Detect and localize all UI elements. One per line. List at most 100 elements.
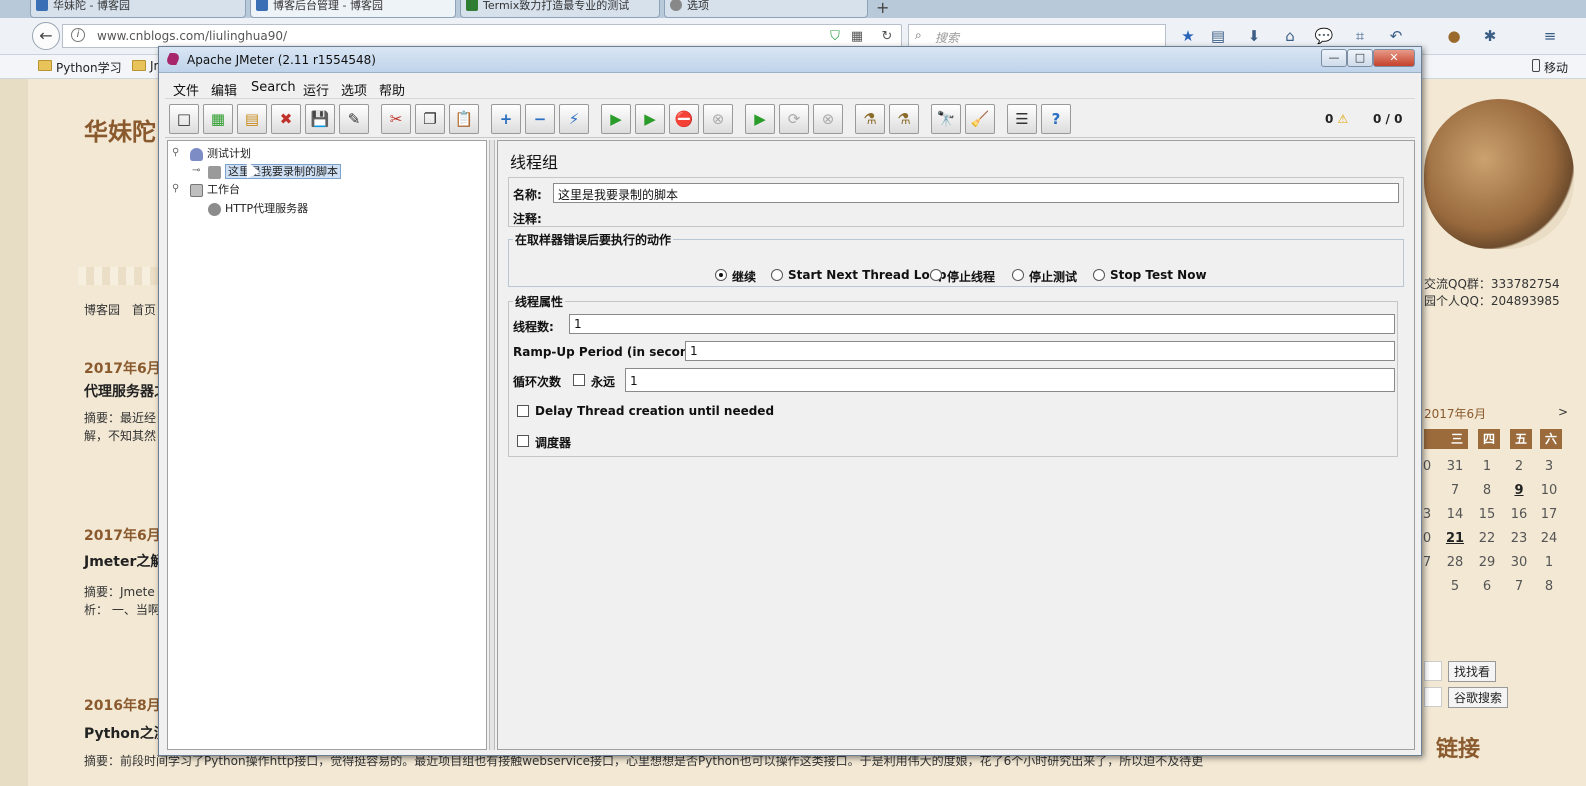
nav-link-home[interactable]: 首页 [132,301,156,318]
cookie-icon[interactable]: ● [1444,26,1464,46]
calendar-day[interactable]: 16 [1506,507,1532,522]
stop-icon[interactable]: ⛔ [669,104,699,134]
radio-stop-test-now[interactable]: Stop Test Now [1093,268,1207,282]
shield-icon[interactable]: ⛉ [827,29,843,45]
calendar-day[interactable]: 24 [1536,531,1562,546]
open-icon[interactable]: ▤ [237,104,267,134]
copy-icon[interactable]: ❐ [415,104,445,134]
calendar-day[interactable]: 15 [1474,507,1500,522]
paste-icon[interactable]: 📋 [449,104,479,134]
download-icon[interactable]: ⬇ [1244,26,1264,46]
calendar-day[interactable]: 10 [1536,483,1562,498]
clear-all-icon[interactable]: ⚗ [889,104,919,134]
menu-icon[interactable]: ≡ [1540,26,1560,46]
close-file-icon[interactable]: ✖ [271,104,301,134]
menu-help[interactable]: 帮助 [379,80,405,99]
reset-search-icon[interactable]: 🧹 [965,104,995,134]
remote-start-icon[interactable]: ▶ [745,104,775,134]
chat-icon[interactable]: 💬 [1314,26,1334,46]
calendar-day[interactable]: 22 [1474,531,1500,546]
threads-field[interactable]: 1 [569,314,1395,334]
qr-code-icon[interactable]: ▦ [849,29,865,45]
calendar-next[interactable]: > [1558,405,1568,419]
calendar-day[interactable]: 1 [1536,555,1562,570]
browser-tab[interactable]: 选项 [664,0,868,18]
tree-node-http-proxy[interactable]: HTTP代理服务器 [208,200,308,216]
search-binoculars-icon[interactable]: 🔭 [931,104,961,134]
new-tab-button[interactable]: + [876,0,889,17]
menu-edit[interactable]: 编辑 [211,80,237,99]
calendar-day[interactable]: 23 [1506,531,1532,546]
calendar-day[interactable]: 9 [1506,483,1532,498]
post-title[interactable]: Jmeter之解 [84,551,164,571]
tree-node-thread-group[interactable]: 这里是我要录制的脚本 [208,163,341,179]
calendar-day[interactable]: 30 [1506,555,1532,570]
tree-toggle-icon[interactable]: ⚲ [172,183,179,194]
window-title-bar[interactable]: Apache JMeter (2.11 r1554548) — □ ✕ [159,47,1421,73]
tree-toggle-icon[interactable]: ⊸ [192,165,200,176]
menu-run[interactable]: 运行 [303,80,329,99]
scheduler-checkbox[interactable] [517,435,529,447]
cut-icon[interactable]: ✂ [381,104,411,134]
calendar-day[interactable]: 6 [1474,579,1500,594]
post-title[interactable]: Python之测 [84,723,168,743]
menu-search[interactable]: Search [251,80,296,95]
new-icon[interactable]: □ [169,104,199,134]
calendar-day[interactable]: 7 [1506,579,1532,594]
post-title[interactable]: 代理服务器之 [84,381,168,401]
mobile-bookmarks[interactable]: 移动 [1530,59,1568,76]
tree-node-test-plan[interactable]: 测试计划 [190,145,251,161]
remote-stop-icon[interactable]: ⟳ [779,104,809,134]
function-helper-icon[interactable]: ☰ [1007,104,1037,134]
radio-stop-thread[interactable]: 停止线程 [930,268,995,285]
radio-continue[interactable]: 继续 [715,268,756,285]
back-button[interactable]: ← [32,22,60,50]
home-icon[interactable]: ⌂ [1280,26,1300,46]
minimize-button[interactable]: — [1321,49,1347,67]
pane-splitter[interactable] [489,140,495,750]
toggle-icon[interactable]: ⚡ [559,104,589,134]
close-button[interactable]: ✕ [1373,49,1415,67]
radio-start-next-loop[interactable]: Start Next Thread Loop [771,268,947,282]
tree-node-workbench[interactable]: 工作台 [190,181,240,197]
blog-search-input[interactable] [1424,661,1442,681]
expand-all-icon[interactable]: + [491,104,521,134]
calendar-day[interactable]: 29 [1474,555,1500,570]
search-input[interactable]: ⌕ 搜索 [908,24,1166,48]
calendar-day[interactable]: 2 [1506,459,1532,474]
calendar-day[interactable]: 7 [1442,483,1468,498]
crop-icon[interactable]: ⌗ [1350,26,1370,46]
help-icon[interactable]: ? [1041,104,1071,134]
search-button[interactable]: 找找看 [1448,661,1497,682]
calendar-day[interactable]: 1 [1474,459,1500,474]
calendar-day[interactable]: 3 [1536,459,1562,474]
collapse-all-icon[interactable]: − [525,104,555,134]
address-bar[interactable]: i www.cnblogs.com/liulinghua90/ ⛉ ▦ ↻ [62,24,902,48]
browser-tab[interactable]: 华妹陀 - 博客园 [30,0,246,18]
calendar-day[interactable]: 14 [1442,507,1468,522]
reload-icon[interactable]: ↻ [879,29,895,45]
bookmark-star-icon[interactable]: ★ [1178,26,1198,46]
start-no-pauses-icon[interactable]: ▶ [635,104,665,134]
nav-link-cnblogs[interactable]: 博客园 [84,301,120,318]
reading-list-icon[interactable]: ▤ [1208,26,1228,46]
browser-tab[interactable]: 博客后台管理 - 博客园 [250,0,456,18]
undo-icon[interactable]: ↶ [1386,26,1406,46]
name-field[interactable]: 这里是我要录制的脚本 [553,183,1399,203]
google-search-button[interactable]: 谷歌搜索 [1448,687,1509,708]
tree-toggle-icon[interactable]: ⚲ [172,147,179,158]
shutdown-icon[interactable]: ⊗ [703,104,733,134]
google-search-input[interactable] [1424,687,1442,707]
radio-stop-test[interactable]: 停止测试 [1012,268,1077,285]
bug-icon[interactable]: ✱ [1480,26,1500,46]
error-count[interactable]: 0 ⚠ [1325,112,1348,126]
blog-title[interactable]: 华妹陀 [84,112,156,147]
remote-shutdown-icon[interactable]: ⊗ [813,104,843,134]
menu-options[interactable]: 选项 [341,80,367,99]
rampup-field[interactable]: 1 [685,341,1395,361]
bookmark-folder[interactable]: Python学习 [38,59,122,76]
start-icon[interactable]: ▶ [601,104,631,134]
save-icon[interactable]: 💾 [305,104,335,134]
calendar-day[interactable]: 5 [1442,579,1468,594]
calendar-day[interactable]: 8 [1536,579,1562,594]
